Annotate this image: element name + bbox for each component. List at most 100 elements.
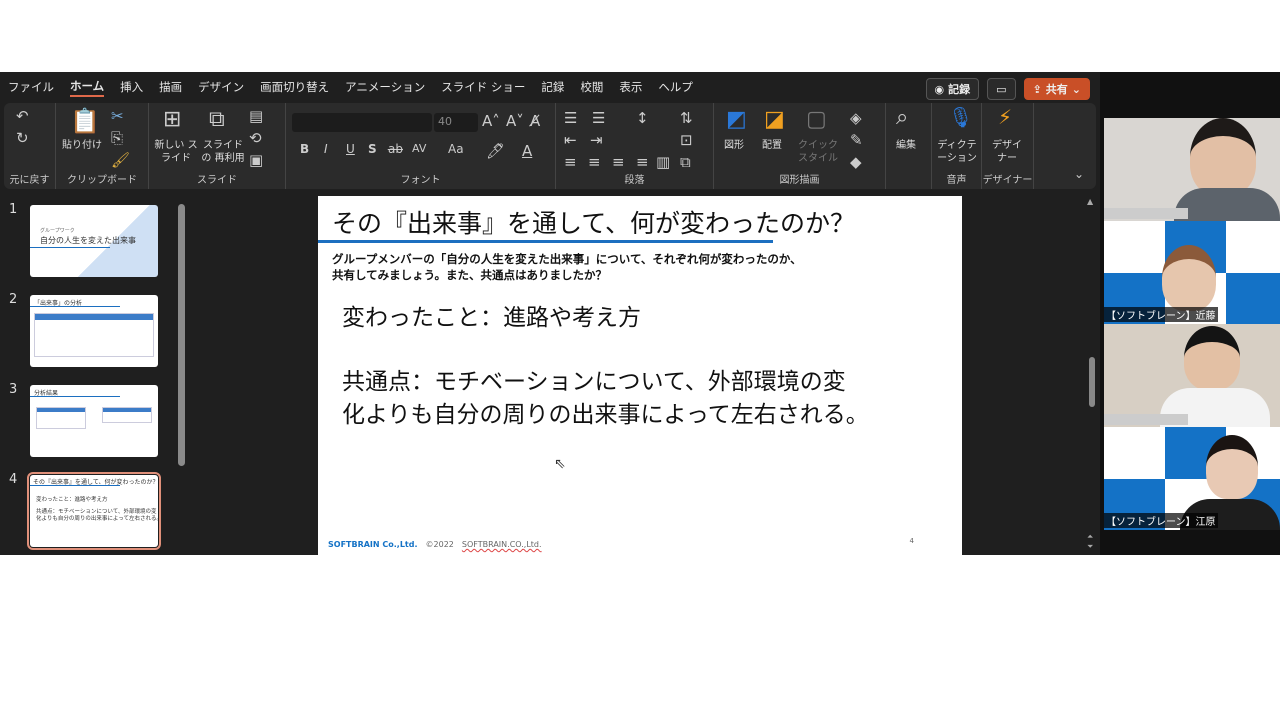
slide-thumbnail-4-selected[interactable]: その『出来事』を通して、何が変わったのか？ 変わったこと：進路や考え方 共通点：… xyxy=(27,472,161,550)
cut-icon[interactable]: ✂ xyxy=(111,107,124,125)
slide-footer: SOFTBRAIN Co.,Ltd. ©2022 SOFTBRAIN.CO.,L… xyxy=(328,540,542,549)
participant-tile-3[interactable] xyxy=(1104,324,1280,427)
slide-canvas[interactable]: その『出来事』を通して、何が変わったのか？ グループメンバーの「自分の人生を変え… xyxy=(318,196,962,555)
participant-tile-2[interactable]: 【ソフトブレーン】近藤 xyxy=(1104,221,1280,324)
editing-button[interactable]: 編集 xyxy=(896,139,916,152)
search-icon[interactable]: ⌕ xyxy=(896,105,908,130)
reset-icon[interactable]: ⟲ xyxy=(249,129,262,147)
align-text-icon[interactable]: ⊡ xyxy=(680,131,693,149)
slide-title[interactable]: その『出来事』を通して、何が変わったのか？ xyxy=(332,204,855,240)
prev-slide-icon[interactable]: ⏶ xyxy=(1087,532,1093,542)
decrease-indent-icon[interactable]: ⇤ xyxy=(564,131,577,149)
format-painter-icon[interactable]: 🖌 xyxy=(111,151,130,169)
quick-styles-button[interactable]: クイック スタイル xyxy=(798,139,838,165)
scroll-up-icon[interactable]: ▲ xyxy=(1087,197,1097,206)
record-button[interactable]: ◉ 記録 xyxy=(925,78,980,100)
editor-scrollbar[interactable]: ▲ ⏶ ⏷ xyxy=(1087,197,1097,552)
reuse-slides-icon[interactable]: ⧉ xyxy=(209,107,225,132)
designer-group: ⚡ デザイナー デザイナー xyxy=(982,103,1034,189)
shapes-button[interactable]: 図形 xyxy=(724,139,744,152)
tab-view[interactable]: 表示 xyxy=(619,79,642,95)
slide-body-common[interactable]: 共通点：モチベーションについて、外部環境の変 化よりも自分の周りの出来事によって左… xyxy=(342,366,869,432)
tab-home[interactable]: ホーム xyxy=(70,78,105,97)
new-slide-button[interactable]: 新しい スライド xyxy=(153,139,199,165)
participant-tile-4[interactable]: 【ソフトブレーン】江原 xyxy=(1104,427,1280,530)
redo-icon[interactable]: ↻ xyxy=(16,129,29,147)
thumbnails-scrollbar[interactable] xyxy=(178,204,185,466)
new-slide-icon[interactable]: ⊞ xyxy=(163,107,181,132)
shape-fill-icon[interactable]: ◈ xyxy=(850,109,862,127)
next-slide-icon[interactable]: ⏷ xyxy=(1087,542,1093,552)
paste-icon[interactable]: 📋 xyxy=(70,107,100,135)
align-center-icon[interactable]: ≡ xyxy=(588,153,601,171)
collapse-ribbon-icon[interactable]: ⌄ xyxy=(1074,167,1084,181)
paragraph-group: ☰ ☰ ↕ ⇅ ⇤ ⇥ ⊡ ≡ ≡ ≡ ≡ ▥ ⧉ 段落 xyxy=(556,103,714,189)
layout-icon[interactable]: ▤ xyxy=(249,107,263,125)
strikethrough-icon[interactable]: a̶b̶ xyxy=(388,142,403,156)
columns-icon[interactable]: ▥ xyxy=(656,153,670,171)
slide-thumbnails-pane: 1 グループワーク 自分の人生を変えた出来事 2 「出来事」の分析 3 分析結果… xyxy=(0,190,190,555)
tab-help[interactable]: ヘルプ xyxy=(658,79,693,95)
tab-file[interactable]: ファイル xyxy=(8,79,54,95)
shadow-button[interactable]: S xyxy=(368,142,377,156)
tab-animations[interactable]: アニメーション xyxy=(345,79,425,95)
section-icon[interactable]: ▣ xyxy=(249,151,263,169)
share-button[interactable]: ⇪ 共有 ⌄ xyxy=(1023,78,1090,100)
arrange-button[interactable]: 配置 xyxy=(762,139,782,152)
tab-draw[interactable]: 描画 xyxy=(159,79,182,95)
undo-icon[interactable]: ↶ xyxy=(16,107,29,125)
shapes-icon[interactable]: ◩ xyxy=(726,107,747,132)
change-case-button[interactable]: Aa xyxy=(448,142,464,156)
text-direction-icon[interactable]: ⇅ xyxy=(680,109,693,127)
smartart-icon[interactable]: ⧉ xyxy=(680,153,691,171)
bold-button[interactable]: B xyxy=(300,142,309,156)
editing-group: ⌕ 編集 xyxy=(886,103,932,189)
shape-outline-icon[interactable]: ✎ xyxy=(850,131,863,149)
microphone-icon[interactable]: 🎙 xyxy=(948,105,973,129)
char-spacing-icon[interactable]: AV xyxy=(412,142,426,155)
arrange-icon[interactable]: ◪ xyxy=(764,107,785,132)
shape-effects-icon[interactable]: ◆ xyxy=(850,153,862,171)
line-spacing-icon[interactable]: ↕ xyxy=(636,109,649,127)
slide-thumbnail-1[interactable]: グループワーク 自分の人生を変えた出来事 xyxy=(30,205,158,277)
scroll-thumb[interactable] xyxy=(1089,357,1095,407)
italic-button[interactable]: I xyxy=(324,142,328,156)
tab-slideshow[interactable]: スライド ショー xyxy=(441,79,525,95)
tab-design[interactable]: デザイン xyxy=(198,79,244,95)
underline-button[interactable]: U xyxy=(346,142,355,156)
designer-button[interactable]: デザイナー xyxy=(992,139,1022,165)
grow-font-icon[interactable]: A˄ xyxy=(482,112,500,130)
ribbon: ↶ ↻ 元に戻す 📋 貼り付け ✂ ⎘ 🖌 クリップボード ⊞ 新しい スライド… xyxy=(4,103,1096,189)
reuse-slides-button[interactable]: スライドの 再利用 xyxy=(201,139,245,165)
numbering-icon[interactable]: ☰ xyxy=(592,109,605,127)
justify-icon[interactable]: ≡ xyxy=(636,153,649,171)
dictate-button[interactable]: ディクテーション xyxy=(934,139,980,165)
paste-button[interactable]: 貼り付け xyxy=(62,139,102,152)
shrink-font-icon[interactable]: A˅ xyxy=(506,112,524,130)
comment-icon: ▭ xyxy=(996,82,1007,96)
tab-transitions[interactable]: 画面切り替え xyxy=(260,79,329,95)
tab-insert[interactable]: 挿入 xyxy=(120,79,143,95)
slide-thumbnail-3[interactable]: 分析結果 xyxy=(30,385,158,457)
slide-subtitle[interactable]: グループメンバーの「自分の人生を変えた出来事」について、それぞれ何が変わったのか… xyxy=(332,251,802,283)
highlight-icon[interactable]: 🖊 xyxy=(486,142,505,160)
comments-button[interactable]: ▭ xyxy=(987,78,1016,100)
designer-icon[interactable]: ⚡ xyxy=(998,105,1012,129)
copy-icon[interactable]: ⎘ xyxy=(111,129,123,147)
font-size-select[interactable]: 40 xyxy=(434,113,478,132)
tab-record[interactable]: 記録 xyxy=(541,79,564,95)
bullets-icon[interactable]: ☰ xyxy=(564,109,577,127)
increase-indent-icon[interactable]: ⇥ xyxy=(590,131,603,149)
clear-format-icon[interactable]: A̸ xyxy=(530,112,540,130)
quick-styles-icon[interactable]: ▢ xyxy=(806,107,827,132)
participant-tile-1[interactable] xyxy=(1104,118,1280,221)
font-color-icon[interactable]: A xyxy=(522,142,532,160)
slide-thumbnail-2[interactable]: 「出来事」の分析 xyxy=(30,295,158,367)
font-name-select[interactable] xyxy=(292,113,432,132)
slide-body-changes[interactable]: 変わったこと：進路や考え方 xyxy=(342,302,641,335)
tab-review[interactable]: 校閲 xyxy=(580,79,603,95)
align-left-icon[interactable]: ≡ xyxy=(564,153,577,171)
align-right-icon[interactable]: ≡ xyxy=(612,153,625,171)
title-underline xyxy=(318,240,773,243)
slides-group: ⊞ 新しい スライド ⧉ スライドの 再利用 ▤ ⟲ ▣ スライド xyxy=(149,103,286,189)
